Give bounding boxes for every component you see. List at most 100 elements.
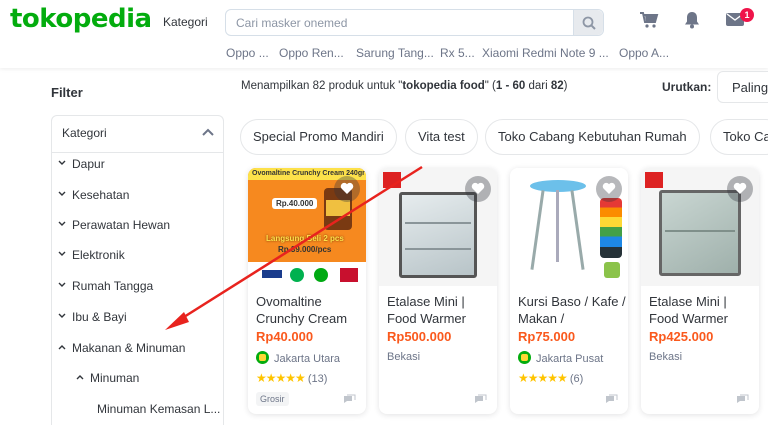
courier-logo-grab (290, 268, 304, 282)
category-item-elektronik[interactable]: Elektronik (58, 248, 125, 262)
chip-vita-test[interactable]: Vita test (405, 119, 478, 155)
keyword-link[interactable]: Oppo Ren... (279, 46, 344, 60)
product-location: Jakarta Pusat (518, 351, 603, 365)
product-card[interactable]: Ovomaltine Crunchy Cream 240gr Rp.40.000… (248, 168, 366, 414)
chip-toko-ca[interactable]: Toko Ca (710, 119, 768, 155)
search-icon (582, 16, 596, 30)
product-price: Rp75.000 (518, 329, 576, 344)
filter-title: Filter (51, 85, 83, 100)
product-card[interactable]: Kursi Baso / Kafe / Makan / Rp75.000 Jak… (510, 168, 628, 414)
green-sticker (604, 262, 620, 278)
wishlist-button[interactable] (727, 176, 753, 202)
category-label: Minuman Kemasan L... (97, 402, 221, 416)
chevron-up-icon (76, 375, 84, 380)
result-range: 1 - 60 (495, 80, 526, 92)
courier-logo-gosend (314, 268, 328, 282)
product-card[interactable]: Etalase Mini | Food Warmer Rp500.000 Bek… (379, 168, 497, 414)
category-label: Rumah Tangga (72, 279, 154, 293)
category-item-perawatan-hewan[interactable]: Perawatan Hewan (58, 218, 170, 232)
more-options-icon[interactable] (735, 394, 749, 404)
category-item-minuman-kemasan[interactable]: Minuman Kemasan L... (97, 402, 220, 416)
chevron-down-icon (58, 160, 66, 165)
location-text: Jakarta Utara (274, 353, 341, 365)
wishlist-button[interactable] (596, 176, 622, 202)
category-section-title[interactable]: Kategori (62, 126, 107, 140)
chip-special-promo[interactable]: Special Promo Mandiri (240, 119, 397, 155)
search-input[interactable]: Cari masker onemed (236, 16, 347, 30)
more-options-icon[interactable] (473, 394, 487, 404)
cabinet-shelf (665, 230, 735, 232)
store-sticker (383, 172, 401, 188)
search-button[interactable] (573, 10, 603, 35)
product-jar-label (326, 200, 350, 216)
keyword-link[interactable]: Oppo A... (619, 46, 669, 60)
category-item-makanan-minuman[interactable]: Makanan & Minuman (58, 341, 185, 355)
banner-promo-text: Langsung Beli 2 pcs (266, 234, 344, 243)
category-item-dapur[interactable]: Dapur (58, 157, 105, 171)
category-item-rumah-tangga[interactable]: Rumah Tangga (58, 279, 153, 293)
result-from: dari (525, 80, 551, 92)
grosir-label: Grosir (256, 392, 289, 406)
category-label: Perawatan Hewan (72, 218, 171, 232)
banner-price-tag: Rp.40.000 (272, 198, 318, 209)
kategori-menu[interactable]: Kategori (163, 15, 208, 29)
product-price: Rp40.000 (256, 329, 314, 344)
chevron-down-icon (58, 251, 66, 256)
heart-icon (471, 182, 485, 194)
product-location: Jakarta Utara (256, 351, 340, 365)
more-options-icon[interactable] (342, 394, 356, 404)
product-price: Rp425.000 (649, 329, 714, 344)
cabinet-body (399, 192, 477, 278)
keyword-link[interactable]: Xiaomi Redmi Note 9 ... (482, 46, 609, 60)
star-icon: ★★★★★ (256, 371, 306, 385)
chevron-up-icon[interactable] (202, 128, 214, 136)
banner-price: Rp.40.000 (276, 199, 314, 208)
cabinet-shelf (405, 248, 471, 250)
tokopedia-logo[interactable]: tokopedia (10, 4, 152, 34)
bell-icon[interactable] (684, 11, 700, 29)
search-bar[interactable]: Cari masker onemed (225, 9, 604, 36)
result-query: tokopedia food (402, 80, 485, 92)
product-name[interactable]: Kursi Baso / Kafe / Makan / (518, 293, 626, 327)
product-location: Bekasi (649, 351, 682, 363)
chevron-down-icon (58, 282, 66, 287)
star-icon: ★★★★★ (518, 371, 568, 385)
cabinet-shelf (405, 222, 471, 224)
category-label: Dapur (72, 157, 105, 171)
keyword-link[interactable]: Sarung Tang... (356, 46, 434, 60)
sort-dropdown[interactable]: Paling (717, 71, 768, 103)
heart-icon (340, 182, 354, 194)
color-swatch-stack (600, 198, 622, 258)
notification-badge: 1 (740, 8, 754, 22)
chevron-down-icon (58, 313, 66, 318)
category-label: Minuman (90, 371, 140, 385)
wishlist-button[interactable] (465, 176, 491, 202)
banner-promo: Langsung Beli 2 pcs (266, 234, 344, 243)
category-label: Elektronik (72, 248, 125, 262)
chip-toko-cabang[interactable]: Toko Cabang Kebutuhan Rumah (485, 119, 700, 155)
category-item-kesehatan[interactable]: Kesehatan (58, 188, 129, 202)
chevron-up-icon (58, 345, 66, 350)
category-item-minuman[interactable]: Minuman (76, 371, 139, 385)
stool-leg (570, 190, 585, 270)
product-price: Rp500.000 (387, 329, 452, 344)
product-location: Bekasi (387, 351, 420, 363)
product-rating: ★★★★★ (13) (256, 371, 327, 385)
product-name[interactable]: Etalase Mini | Food Warmer (387, 293, 495, 327)
top-header: tokopedia Kategori Cari masker onemed 1 … (0, 0, 768, 68)
location-text: Jakarta Pusat (536, 353, 604, 365)
product-rating: ★★★★★ (6) (518, 371, 583, 385)
keyword-link[interactable]: Rx 5... (440, 46, 475, 60)
product-card[interactable]: Etalase Mini | Food Warmer Rp425.000 Bek… (641, 168, 759, 414)
chevron-down-icon (58, 191, 66, 196)
category-item-ibu-bayi[interactable]: Ibu & Bayi (58, 310, 127, 324)
location-text: Bekasi (387, 351, 421, 363)
cart-icon[interactable] (639, 11, 659, 29)
category-label: Kesehatan (72, 188, 130, 202)
product-name[interactable]: Ovomaltine Crunchy Cream (256, 293, 364, 327)
product-name[interactable]: Etalase Mini | Food Warmer (649, 293, 757, 327)
wishlist-button[interactable] (334, 176, 360, 202)
chevron-down-icon (58, 221, 66, 226)
keyword-link[interactable]: Oppo ... (226, 46, 269, 60)
more-options-icon[interactable] (604, 394, 618, 404)
